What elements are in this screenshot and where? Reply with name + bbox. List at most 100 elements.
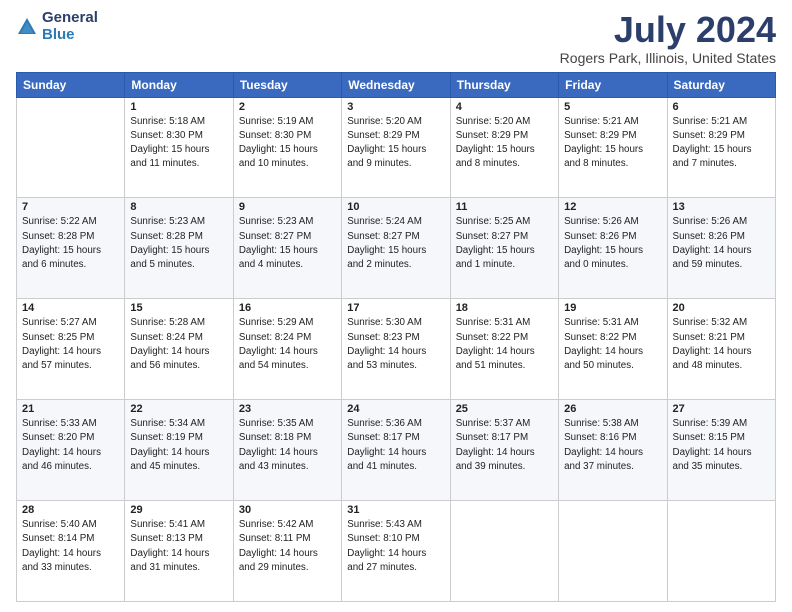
calendar-cell <box>450 501 558 602</box>
calendar-cell: 26Sunrise: 5:38 AM Sunset: 8:16 PM Dayli… <box>559 400 667 501</box>
calendar-cell: 9 Sunrise: 5:23 AM Sunset: 8:27 PM Daylig… <box>233 198 341 299</box>
day-info: Sunrise: 5:37 AM Sunset: 8:17 PM Dayligh… <box>456 417 553 474</box>
day-info: Sunrise: 5:26 AM Sunset: 8:26 PM Dayligh… <box>673 215 770 272</box>
calendar-cell: 25 Sunrise: 5:37 AM Sunset: 8:17 PM Dayli… <box>450 400 558 501</box>
day-info: Sunrise: 5:34 AM Sunset: 8:19 PM Dayligh… <box>130 417 227 474</box>
calendar-cell: 14 Sunrise: 5:27 AM Sunset: 8:25 PM Dayli… <box>17 299 125 400</box>
day-number: 16 <box>239 302 336 314</box>
day-info: Sunrise: 5:19 AM Sunset: 8:30 PM Dayligh… <box>239 115 336 172</box>
day-number: 18 <box>456 302 553 314</box>
calendar-cell: 29 Sunrise: 5:41 AM Sunset: 8:13 PM Dayli… <box>125 501 233 602</box>
day-info: Sunrise: 5:23 AM Sunset: 8:28 PM Dayligh… <box>130 215 227 272</box>
calendar-cell: 10Sunrise: 5:24 AM Sunset: 8:27 PM Dayli… <box>342 198 450 299</box>
day-info: Sunrise: 5:39 AM Sunset: 8:15 PM Dayligh… <box>673 417 770 474</box>
day-number: 23 <box>239 403 336 415</box>
day-info: Sunrise: 5:32 AM Sunset: 8:21 PM Dayligh… <box>673 316 770 373</box>
col-tuesday: Tuesday <box>233 72 341 97</box>
page: General Blue July 2024 Rogers Park, Illi… <box>0 0 792 612</box>
calendar-cell: 19 Sunrise: 5:31 AM Sunset: 8:22 PM Dayli… <box>559 299 667 400</box>
calendar-cell: 23 Sunrise: 5:35 AM Sunset: 8:18 PM Dayli… <box>233 400 341 501</box>
calendar-cell: 13Sunrise: 5:26 AM Sunset: 8:26 PM Dayli… <box>667 198 775 299</box>
logo-text: General Blue <box>42 10 98 43</box>
day-number: 3 <box>347 101 444 113</box>
logo-general-text: General <box>42 10 98 27</box>
day-number: 26 <box>564 403 661 415</box>
day-number: 24 <box>347 403 444 415</box>
logo-blue-text: Blue <box>42 27 98 44</box>
calendar-week-row-4: 28 Sunrise: 5:40 AM Sunset: 8:14 PM Dayli… <box>17 501 776 602</box>
day-number: 1 <box>130 101 227 113</box>
calendar-cell: 30 Sunrise: 5:42 AM Sunset: 8:11 PM Dayli… <box>233 501 341 602</box>
day-info: Sunrise: 5:29 AM Sunset: 8:24 PM Dayligh… <box>239 316 336 373</box>
day-info: Sunrise: 5:22 AM Sunset: 8:28 PM Dayligh… <box>22 215 119 272</box>
calendar-week-row-1: 7 Sunrise: 5:22 AM Sunset: 8:28 PM Daylig… <box>17 198 776 299</box>
logo: General Blue <box>16 10 98 43</box>
day-info: Sunrise: 5:30 AM Sunset: 8:23 PM Dayligh… <box>347 316 444 373</box>
calendar-cell <box>667 501 775 602</box>
day-info: Sunrise: 5:28 AM Sunset: 8:24 PM Dayligh… <box>130 316 227 373</box>
calendar-cell: 20 Sunrise: 5:32 AM Sunset: 8:21 PM Dayli… <box>667 299 775 400</box>
calendar-cell: 7 Sunrise: 5:22 AM Sunset: 8:28 PM Daylig… <box>17 198 125 299</box>
day-info: Sunrise: 5:27 AM Sunset: 8:25 PM Dayligh… <box>22 316 119 373</box>
calendar-cell: 24 Sunrise: 5:36 AM Sunset: 8:17 PM Dayli… <box>342 400 450 501</box>
col-wednesday: Wednesday <box>342 72 450 97</box>
day-info: Sunrise: 5:25 AM Sunset: 8:27 PM Dayligh… <box>456 215 553 272</box>
day-number: 21 <box>22 403 119 415</box>
day-info: Sunrise: 5:18 AM Sunset: 8:30 PM Dayligh… <box>130 115 227 172</box>
day-info: Sunrise: 5:42 AM Sunset: 8:11 PM Dayligh… <box>239 518 336 575</box>
day-number: 9 <box>239 201 336 213</box>
day-info: Sunrise: 5:41 AM Sunset: 8:13 PM Dayligh… <box>130 518 227 575</box>
calendar-table: Sunday Monday Tuesday Wednesday Thursday… <box>16 72 776 602</box>
col-thursday: Thursday <box>450 72 558 97</box>
logo-icon <box>16 16 38 38</box>
calendar-week-row-2: 14 Sunrise: 5:27 AM Sunset: 8:25 PM Dayli… <box>17 299 776 400</box>
calendar-cell: 18Sunrise: 5:31 AM Sunset: 8:22 PM Dayli… <box>450 299 558 400</box>
title-block: July 2024 Rogers Park, Illinois, United … <box>560 10 776 66</box>
calendar-cell: 27 Sunrise: 5:39 AM Sunset: 8:15 PM Dayli… <box>667 400 775 501</box>
day-number: 19 <box>564 302 661 314</box>
calendar-cell: 31 Sunrise: 5:43 AM Sunset: 8:10 PM Dayli… <box>342 501 450 602</box>
day-number: 30 <box>239 504 336 516</box>
day-number: 2 <box>239 101 336 113</box>
day-number: 12 <box>564 201 661 213</box>
calendar-cell: 17Sunrise: 5:30 AM Sunset: 8:23 PM Dayli… <box>342 299 450 400</box>
day-number: 29 <box>130 504 227 516</box>
day-info: Sunrise: 5:43 AM Sunset: 8:10 PM Dayligh… <box>347 518 444 575</box>
day-number: 20 <box>673 302 770 314</box>
day-number: 28 <box>22 504 119 516</box>
day-number: 22 <box>130 403 227 415</box>
calendar-week-row-0: 1 Sunrise: 5:18 AM Sunset: 8:30 PM Daylig… <box>17 97 776 198</box>
calendar-cell: 15Sunrise: 5:28 AM Sunset: 8:24 PM Dayli… <box>125 299 233 400</box>
calendar-cell: 2 Sunrise: 5:19 AM Sunset: 8:30 PM Daylig… <box>233 97 341 198</box>
day-number: 4 <box>456 101 553 113</box>
calendar-cell: 12Sunrise: 5:26 AM Sunset: 8:26 PM Dayli… <box>559 198 667 299</box>
day-info: Sunrise: 5:35 AM Sunset: 8:18 PM Dayligh… <box>239 417 336 474</box>
calendar-cell: 3 Sunrise: 5:20 AM Sunset: 8:29 PM Daylig… <box>342 97 450 198</box>
day-info: Sunrise: 5:20 AM Sunset: 8:29 PM Dayligh… <box>456 115 553 172</box>
day-info: Sunrise: 5:40 AM Sunset: 8:14 PM Dayligh… <box>22 518 119 575</box>
col-friday: Friday <box>559 72 667 97</box>
day-info: Sunrise: 5:20 AM Sunset: 8:29 PM Dayligh… <box>347 115 444 172</box>
day-info: Sunrise: 5:23 AM Sunset: 8:27 PM Dayligh… <box>239 215 336 272</box>
calendar-cell: 8Sunrise: 5:23 AM Sunset: 8:28 PM Daylig… <box>125 198 233 299</box>
day-info: Sunrise: 5:21 AM Sunset: 8:29 PM Dayligh… <box>564 115 661 172</box>
calendar-cell: 4 Sunrise: 5:20 AM Sunset: 8:29 PM Daylig… <box>450 97 558 198</box>
calendar-cell: 11 Sunrise: 5:25 AM Sunset: 8:27 PM Dayli… <box>450 198 558 299</box>
calendar-week-row-3: 21Sunrise: 5:33 AM Sunset: 8:20 PM Dayli… <box>17 400 776 501</box>
day-number: 25 <box>456 403 553 415</box>
day-number: 31 <box>347 504 444 516</box>
day-info: Sunrise: 5:31 AM Sunset: 8:22 PM Dayligh… <box>564 316 661 373</box>
day-number: 10 <box>347 201 444 213</box>
day-info: Sunrise: 5:36 AM Sunset: 8:17 PM Dayligh… <box>347 417 444 474</box>
month-title: July 2024 <box>560 10 776 50</box>
col-monday: Monday <box>125 72 233 97</box>
day-number: 14 <box>22 302 119 314</box>
calendar-cell: 16 Sunrise: 5:29 AM Sunset: 8:24 PM Dayli… <box>233 299 341 400</box>
day-number: 5 <box>564 101 661 113</box>
day-number: 27 <box>673 403 770 415</box>
day-number: 7 <box>22 201 119 213</box>
calendar-cell: 1 Sunrise: 5:18 AM Sunset: 8:30 PM Daylig… <box>125 97 233 198</box>
calendar-header-row: Sunday Monday Tuesday Wednesday Thursday… <box>17 72 776 97</box>
calendar-cell <box>17 97 125 198</box>
day-number: 11 <box>456 201 553 213</box>
